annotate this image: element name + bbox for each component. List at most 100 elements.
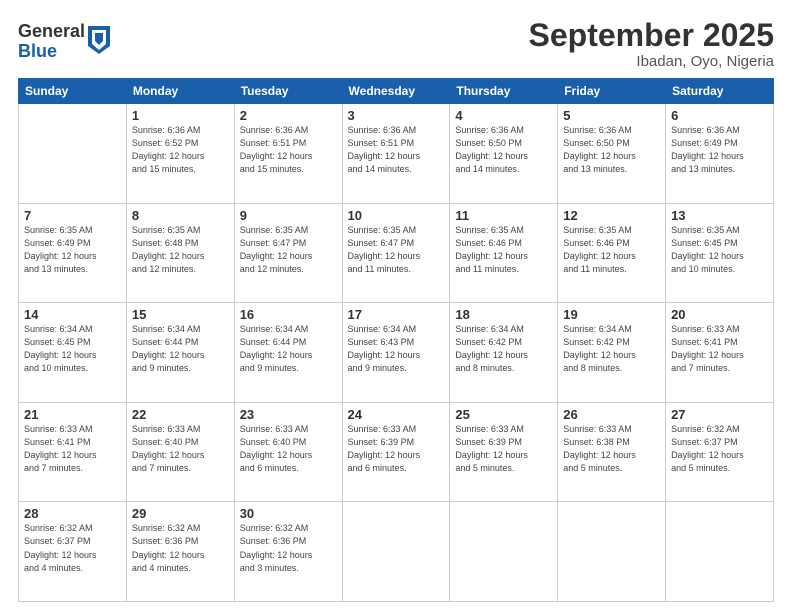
day-info-21: Sunrise: 6:33 AM Sunset: 6:41 PM Dayligh… xyxy=(24,423,121,475)
calendar-cell-w2-d3: 9Sunrise: 6:35 AM Sunset: 6:47 PM Daylig… xyxy=(234,203,342,303)
calendar-cell-w3-d3: 16Sunrise: 6:34 AM Sunset: 6:44 PM Dayli… xyxy=(234,303,342,403)
calendar-week-2: 7Sunrise: 6:35 AM Sunset: 6:49 PM Daylig… xyxy=(19,203,774,303)
calendar-cell-w5-d5 xyxy=(450,502,558,602)
day-info-9: Sunrise: 6:35 AM Sunset: 6:47 PM Dayligh… xyxy=(240,224,337,276)
calendar-cell-w1-d6: 5Sunrise: 6:36 AM Sunset: 6:50 PM Daylig… xyxy=(558,104,666,204)
day-number-28: 28 xyxy=(24,506,121,521)
calendar-cell-w4-d5: 25Sunrise: 6:33 AM Sunset: 6:39 PM Dayli… xyxy=(450,402,558,502)
day-info-16: Sunrise: 6:34 AM Sunset: 6:44 PM Dayligh… xyxy=(240,323,337,375)
calendar-cell-w4-d6: 26Sunrise: 6:33 AM Sunset: 6:38 PM Dayli… xyxy=(558,402,666,502)
day-info-1: Sunrise: 6:36 AM Sunset: 6:52 PM Dayligh… xyxy=(132,124,229,176)
day-number-30: 30 xyxy=(240,506,337,521)
day-number-5: 5 xyxy=(563,108,660,123)
day-info-26: Sunrise: 6:33 AM Sunset: 6:38 PM Dayligh… xyxy=(563,423,660,475)
logo-text: General Blue xyxy=(18,22,85,62)
day-number-22: 22 xyxy=(132,407,229,422)
day-number-17: 17 xyxy=(348,307,445,322)
day-info-18: Sunrise: 6:34 AM Sunset: 6:42 PM Dayligh… xyxy=(455,323,552,375)
day-info-19: Sunrise: 6:34 AM Sunset: 6:42 PM Dayligh… xyxy=(563,323,660,375)
day-number-25: 25 xyxy=(455,407,552,422)
calendar-cell-w1-d7: 6Sunrise: 6:36 AM Sunset: 6:49 PM Daylig… xyxy=(666,104,774,204)
title-block: September 2025 Ibadan, Oyo, Nigeria xyxy=(529,18,774,70)
calendar-week-4: 21Sunrise: 6:33 AM Sunset: 6:41 PM Dayli… xyxy=(19,402,774,502)
day-info-17: Sunrise: 6:34 AM Sunset: 6:43 PM Dayligh… xyxy=(348,323,445,375)
day-number-6: 6 xyxy=(671,108,768,123)
day-info-5: Sunrise: 6:36 AM Sunset: 6:50 PM Dayligh… xyxy=(563,124,660,176)
month-title: September 2025 xyxy=(529,18,774,53)
calendar-cell-w2-d5: 11Sunrise: 6:35 AM Sunset: 6:46 PM Dayli… xyxy=(450,203,558,303)
day-number-7: 7 xyxy=(24,208,121,223)
calendar-cell-w3-d4: 17Sunrise: 6:34 AM Sunset: 6:43 PM Dayli… xyxy=(342,303,450,403)
day-number-19: 19 xyxy=(563,307,660,322)
day-info-13: Sunrise: 6:35 AM Sunset: 6:45 PM Dayligh… xyxy=(671,224,768,276)
header-monday: Monday xyxy=(126,79,234,104)
day-info-30: Sunrise: 6:32 AM Sunset: 6:36 PM Dayligh… xyxy=(240,522,337,574)
header-tuesday: Tuesday xyxy=(234,79,342,104)
day-info-11: Sunrise: 6:35 AM Sunset: 6:46 PM Dayligh… xyxy=(455,224,552,276)
day-number-13: 13 xyxy=(671,208,768,223)
day-number-18: 18 xyxy=(455,307,552,322)
calendar-cell-w1-d5: 4Sunrise: 6:36 AM Sunset: 6:50 PM Daylig… xyxy=(450,104,558,204)
calendar-cell-w5-d3: 30Sunrise: 6:32 AM Sunset: 6:36 PM Dayli… xyxy=(234,502,342,602)
header: General Blue September 2025 Ibadan, Oyo,… xyxy=(18,18,774,70)
page: General Blue September 2025 Ibadan, Oyo,… xyxy=(0,0,792,612)
calendar-cell-w1-d4: 3Sunrise: 6:36 AM Sunset: 6:51 PM Daylig… xyxy=(342,104,450,204)
day-info-24: Sunrise: 6:33 AM Sunset: 6:39 PM Dayligh… xyxy=(348,423,445,475)
day-info-29: Sunrise: 6:32 AM Sunset: 6:36 PM Dayligh… xyxy=(132,522,229,574)
day-number-23: 23 xyxy=(240,407,337,422)
calendar-cell-w3-d6: 19Sunrise: 6:34 AM Sunset: 6:42 PM Dayli… xyxy=(558,303,666,403)
day-number-11: 11 xyxy=(455,208,552,223)
calendar-cell-w1-d2: 1Sunrise: 6:36 AM Sunset: 6:52 PM Daylig… xyxy=(126,104,234,204)
day-info-12: Sunrise: 6:35 AM Sunset: 6:46 PM Dayligh… xyxy=(563,224,660,276)
day-info-8: Sunrise: 6:35 AM Sunset: 6:48 PM Dayligh… xyxy=(132,224,229,276)
calendar-table: Sunday Monday Tuesday Wednesday Thursday… xyxy=(18,78,774,602)
calendar-cell-w2-d7: 13Sunrise: 6:35 AM Sunset: 6:45 PM Dayli… xyxy=(666,203,774,303)
calendar-cell-w2-d4: 10Sunrise: 6:35 AM Sunset: 6:47 PM Dayli… xyxy=(342,203,450,303)
day-info-7: Sunrise: 6:35 AM Sunset: 6:49 PM Dayligh… xyxy=(24,224,121,276)
day-info-20: Sunrise: 6:33 AM Sunset: 6:41 PM Dayligh… xyxy=(671,323,768,375)
logo-general: General xyxy=(18,22,85,42)
day-number-1: 1 xyxy=(132,108,229,123)
calendar-cell-w5-d4 xyxy=(342,502,450,602)
calendar-cell-w4-d1: 21Sunrise: 6:33 AM Sunset: 6:41 PM Dayli… xyxy=(19,402,127,502)
header-thursday: Thursday xyxy=(450,79,558,104)
day-number-8: 8 xyxy=(132,208,229,223)
location: Ibadan, Oyo, Nigeria xyxy=(529,53,774,70)
calendar-cell-w1-d3: 2Sunrise: 6:36 AM Sunset: 6:51 PM Daylig… xyxy=(234,104,342,204)
day-info-6: Sunrise: 6:36 AM Sunset: 6:49 PM Dayligh… xyxy=(671,124,768,176)
day-info-3: Sunrise: 6:36 AM Sunset: 6:51 PM Dayligh… xyxy=(348,124,445,176)
day-info-27: Sunrise: 6:32 AM Sunset: 6:37 PM Dayligh… xyxy=(671,423,768,475)
day-info-22: Sunrise: 6:33 AM Sunset: 6:40 PM Dayligh… xyxy=(132,423,229,475)
weekday-header-row: Sunday Monday Tuesday Wednesday Thursday… xyxy=(19,79,774,104)
day-info-2: Sunrise: 6:36 AM Sunset: 6:51 PM Dayligh… xyxy=(240,124,337,176)
calendar-cell-w2-d6: 12Sunrise: 6:35 AM Sunset: 6:46 PM Dayli… xyxy=(558,203,666,303)
day-number-26: 26 xyxy=(563,407,660,422)
day-info-15: Sunrise: 6:34 AM Sunset: 6:44 PM Dayligh… xyxy=(132,323,229,375)
header-friday: Friday xyxy=(558,79,666,104)
calendar-cell-w3-d7: 20Sunrise: 6:33 AM Sunset: 6:41 PM Dayli… xyxy=(666,303,774,403)
day-info-25: Sunrise: 6:33 AM Sunset: 6:39 PM Dayligh… xyxy=(455,423,552,475)
calendar-cell-w2-d2: 8Sunrise: 6:35 AM Sunset: 6:48 PM Daylig… xyxy=(126,203,234,303)
day-number-24: 24 xyxy=(348,407,445,422)
calendar-cell-w3-d2: 15Sunrise: 6:34 AM Sunset: 6:44 PM Dayli… xyxy=(126,303,234,403)
day-number-15: 15 xyxy=(132,307,229,322)
day-number-9: 9 xyxy=(240,208,337,223)
calendar-cell-w3-d1: 14Sunrise: 6:34 AM Sunset: 6:45 PM Dayli… xyxy=(19,303,127,403)
calendar-cell-w5-d2: 29Sunrise: 6:32 AM Sunset: 6:36 PM Dayli… xyxy=(126,502,234,602)
header-saturday: Saturday xyxy=(666,79,774,104)
calendar-week-5: 28Sunrise: 6:32 AM Sunset: 6:37 PM Dayli… xyxy=(19,502,774,602)
calendar-cell-w2-d1: 7Sunrise: 6:35 AM Sunset: 6:49 PM Daylig… xyxy=(19,203,127,303)
calendar-week-3: 14Sunrise: 6:34 AM Sunset: 6:45 PM Dayli… xyxy=(19,303,774,403)
calendar-cell-w4-d3: 23Sunrise: 6:33 AM Sunset: 6:40 PM Dayli… xyxy=(234,402,342,502)
calendar-cell-w3-d5: 18Sunrise: 6:34 AM Sunset: 6:42 PM Dayli… xyxy=(450,303,558,403)
logo-icon xyxy=(88,26,110,54)
day-number-20: 20 xyxy=(671,307,768,322)
day-info-14: Sunrise: 6:34 AM Sunset: 6:45 PM Dayligh… xyxy=(24,323,121,375)
calendar-cell-w5-d7 xyxy=(666,502,774,602)
day-info-23: Sunrise: 6:33 AM Sunset: 6:40 PM Dayligh… xyxy=(240,423,337,475)
day-number-29: 29 xyxy=(132,506,229,521)
day-number-14: 14 xyxy=(24,307,121,322)
day-number-21: 21 xyxy=(24,407,121,422)
calendar-cell-w4-d2: 22Sunrise: 6:33 AM Sunset: 6:40 PM Dayli… xyxy=(126,402,234,502)
day-number-4: 4 xyxy=(455,108,552,123)
